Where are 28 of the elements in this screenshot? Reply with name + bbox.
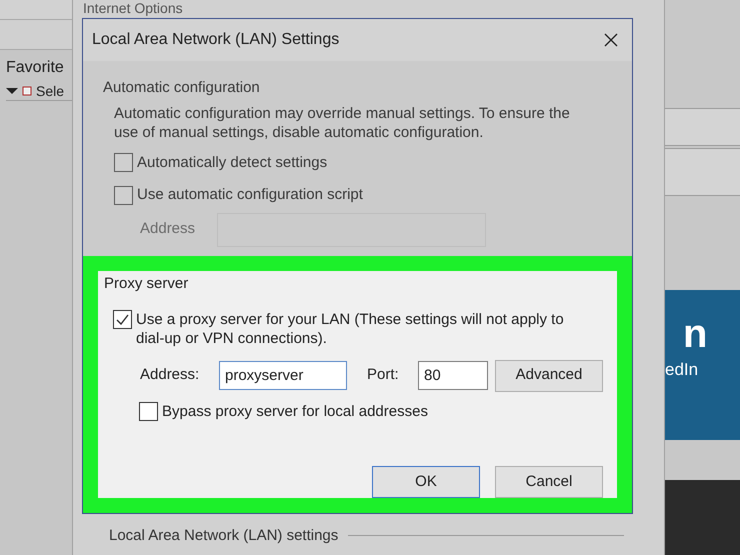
banner-text: edIn — [665, 360, 700, 380]
toolbar-item[interactable]: Sele — [36, 84, 64, 98]
dropdown-arrow-icon — [6, 88, 18, 94]
group-heading: Proxy server — [104, 274, 190, 294]
close-icon[interactable] — [604, 33, 618, 47]
page-icon — [22, 86, 32, 96]
menu-item[interactable]: Favorite — [6, 56, 72, 80]
checkbox[interactable] — [113, 310, 132, 328]
checkbox-label: Use automatic configuration script — [137, 185, 363, 205]
banner-heading: n — [682, 312, 708, 356]
dialog-button[interactable]: OK — [372, 466, 480, 498]
window-title: Internet Options — [82, 0, 184, 16]
field-label: Address: — [140, 365, 200, 386]
field-label: Port: — [367, 365, 400, 386]
checkbox-label: Automatically detect settings — [137, 152, 328, 172]
port-field[interactable]: 80 — [418, 361, 488, 390]
checkbox[interactable] — [139, 402, 158, 422]
section-label: Local Area Network (LAN) settings — [109, 526, 338, 546]
advanced-button[interactable]: Advanced — [495, 360, 603, 392]
group-heading: Automatic configuration — [103, 78, 261, 98]
dialog-title: Local Area Network (LAN) Settings — [92, 30, 340, 50]
checkmark-icon — [116, 314, 129, 324]
checkbox-label: Use a proxy server for your LAN (These settings will not apply to dial-up or VPN connections). — [136, 310, 565, 348]
address-field[interactable]: proxyserver — [219, 361, 347, 390]
description: Automatic configuration may override manual settings. To ensure the use of manual settings, disable automatic configuration. — [114, 104, 571, 142]
field-label: Address — [140, 219, 196, 240]
checkbox-label: Bypass proxy server for local addresses — [162, 402, 428, 422]
dialog-button[interactable]: Cancel — [495, 466, 603, 498]
